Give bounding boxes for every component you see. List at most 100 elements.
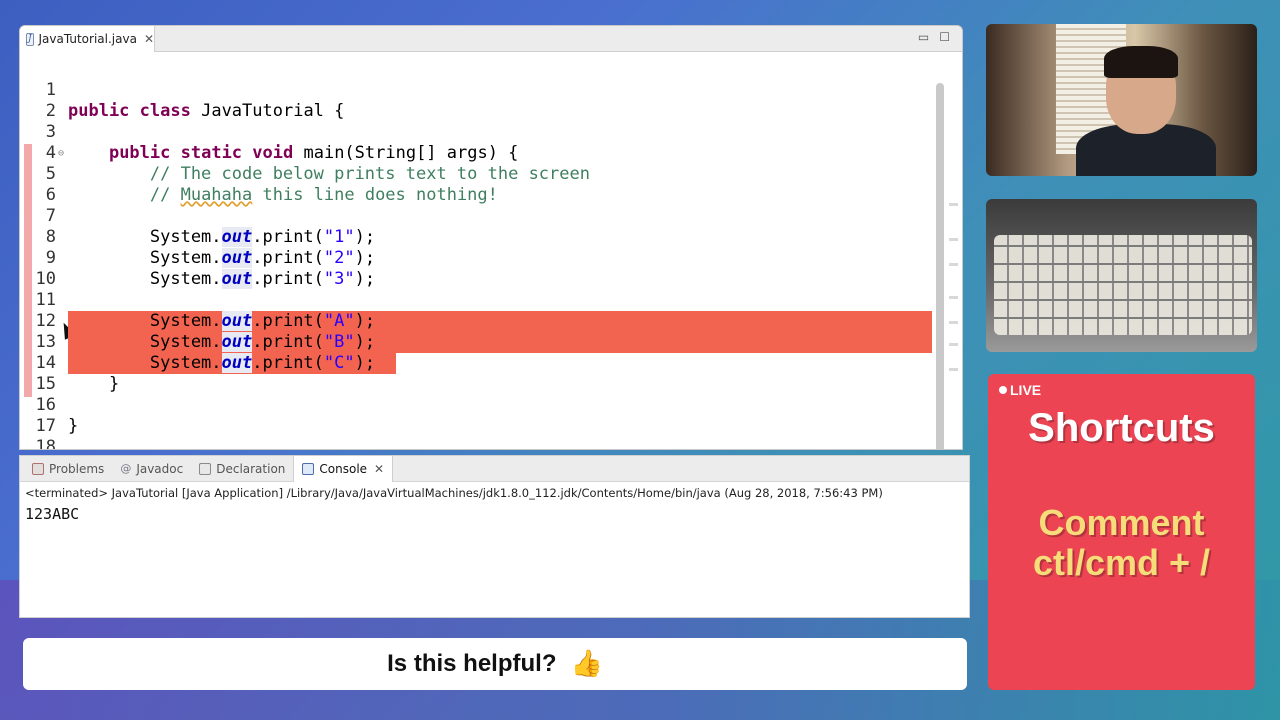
line-number: 18 [35, 437, 56, 450]
code-text: System.out.print("A"); [68, 311, 375, 332]
line-number: 7 [45, 206, 56, 226]
code-token: System. [68, 227, 222, 247]
overview-ruler-mark[interactable] [949, 238, 958, 241]
code-token: public [68, 101, 130, 121]
console-panel: Problems @ Javadoc Declaration Console ✕ <ter… [19, 455, 970, 618]
code-line[interactable]: 3 [20, 122, 932, 143]
code-line[interactable]: 13 System.out.print("B"); [20, 332, 932, 353]
code-token: .print( [252, 353, 324, 373]
line-number: 6 [45, 185, 56, 205]
live-indicator: LIVE [999, 382, 1041, 398]
console-icon [302, 462, 315, 475]
live-dot-icon [999, 386, 1007, 394]
code-text: System.out.print("C"); [68, 353, 375, 374]
editor-tab-bar: J JavaTutorial.java ✕ ▭ ☐ [20, 26, 962, 52]
code-token: "A" [323, 311, 355, 331]
editor-window-controls: ▭ ☐ [918, 30, 950, 44]
code-token: } [68, 374, 120, 394]
tab-problems[interactable]: Problems [24, 456, 112, 482]
code-token: out [221, 311, 253, 331]
code-line[interactable]: 16 [20, 395, 932, 416]
code-line[interactable]: 6 // Muahaha this line does nothing! [20, 185, 932, 206]
editor-tab-javatutorial[interactable]: J JavaTutorial.java ✕ [20, 26, 155, 52]
code-text: } [68, 416, 78, 437]
close-console-icon[interactable]: ✕ [374, 462, 384, 476]
line-number: 10 [35, 269, 56, 289]
line-number: 3 [45, 122, 56, 142]
code-token: main(String[] args) { [293, 143, 519, 163]
code-line[interactable]: 11 [20, 290, 932, 311]
tab-label: Console [319, 461, 368, 476]
webcam-keyboard-video [986, 199, 1257, 352]
code-line[interactable]: 15 } [20, 374, 932, 395]
overview-ruler-mark[interactable] [949, 368, 958, 371]
code-line[interactable]: 10 System.out.print("3"); [20, 269, 932, 290]
tab-console[interactable]: Console ✕ [293, 455, 394, 482]
overview-ruler-mark[interactable] [949, 296, 958, 299]
code-token: public [108, 143, 171, 163]
code-line[interactable]: 2 public class JavaTutorial { [20, 101, 932, 122]
code-line[interactable]: 12 System.out.print("A"); [20, 311, 932, 332]
code-line[interactable]: 9 System.out.print("2"); [20, 248, 932, 269]
code-line[interactable]: 8 System.out.print("1"); [20, 227, 932, 248]
code-text: public class JavaTutorial { [68, 101, 344, 122]
code-text: public static void main(String[] args) { [68, 143, 518, 164]
maximize-icon[interactable]: ☐ [939, 30, 950, 44]
overview-ruler-mark[interactable] [949, 263, 958, 266]
code-token: JavaTutorial { [190, 101, 345, 121]
shortcut-keys: ctl/cmd + / [1032, 542, 1211, 583]
overview-ruler-mark[interactable] [949, 203, 958, 206]
code-token: ); [354, 227, 376, 247]
helpful-banner: Is this helpful? 👍 [23, 638, 967, 690]
code-token: "B" [323, 332, 355, 352]
code-line[interactable]: 14 System.out.print("C"); [20, 353, 932, 374]
minimize-icon[interactable]: ▭ [918, 30, 929, 44]
code-line[interactable]: 5 // The code below prints text to the s… [20, 164, 932, 185]
code-token: out [221, 332, 253, 352]
code-text: System.out.print("1"); [68, 227, 375, 248]
code-token: } [68, 416, 79, 436]
javadoc-icon: @ [120, 462, 132, 475]
overview-ruler-mark[interactable] [949, 321, 958, 324]
code-token: ); [354, 248, 376, 268]
close-tab-icon[interactable]: ✕ [144, 32, 154, 46]
code-text: // The code below prints text to the scr… [68, 164, 590, 185]
code-token: out [221, 248, 253, 268]
card-title: Shortcuts [1028, 406, 1215, 450]
tab-javadoc[interactable]: @ Javadoc [112, 456, 191, 482]
code-text: System.out.print("3"); [68, 269, 375, 290]
line-number: 15 [35, 374, 56, 394]
line-number: 9 [45, 248, 56, 268]
code-token: .print( [252, 248, 324, 268]
tab-declaration[interactable]: Declaration [191, 456, 293, 482]
code-line[interactable]: 7 [20, 206, 932, 227]
tab-label: Declaration [216, 461, 286, 476]
code-token: out [221, 269, 253, 289]
code-token: "C" [323, 353, 355, 373]
code-line[interactable]: 18 [20, 437, 932, 450]
line-number: 16 [35, 395, 56, 415]
code-token: ); [354, 269, 376, 289]
code-token: ); [354, 332, 376, 352]
code-area[interactable]: 1 2 public class JavaTutorial {3 4 ⊖ public … [20, 53, 962, 449]
line-number: 12 [35, 311, 56, 331]
code-token: ); [354, 311, 376, 331]
terminated-status-line: <terminated> JavaTutorial [Java Applicat… [25, 486, 883, 500]
vertical-scrollbar[interactable] [936, 83, 944, 449]
code-token: Muahaha [180, 185, 253, 205]
line-number: 1 [45, 80, 56, 100]
shortcut-name: Comment [1038, 502, 1205, 543]
fold-toggle-icon[interactable]: ⊖ [58, 143, 64, 164]
code-line[interactable]: 1 [20, 80, 932, 101]
line-number: 11 [35, 290, 56, 310]
code-line[interactable]: 4 ⊖ public static void main(String[] args… [20, 143, 932, 164]
code-token: .print( [252, 332, 324, 352]
line-number: 17 [35, 416, 56, 436]
code-token: out [221, 227, 253, 247]
code-line[interactable]: 17} [20, 416, 932, 437]
overview-ruler-mark[interactable] [949, 343, 958, 346]
code-token: .print( [252, 227, 324, 247]
